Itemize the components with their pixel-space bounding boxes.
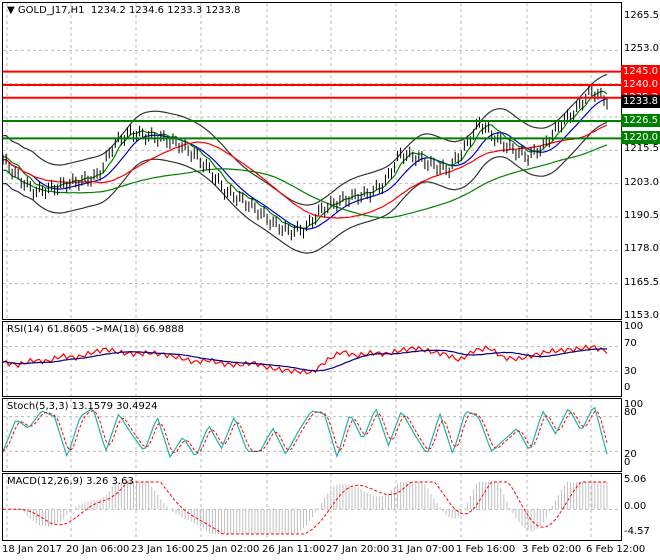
rsi-tick: 100 xyxy=(624,321,644,332)
ohlc-values: 1234.2 1234.6 1233.3 1233.8 xyxy=(90,5,241,16)
price-tick: 1215.5 xyxy=(624,143,659,155)
date-label: 3 Feb 02:00 xyxy=(522,544,582,555)
price-level-tag: 1245.0 xyxy=(621,64,660,78)
price-tick: 1190.5 xyxy=(624,210,659,221)
rsi-tick: 0 xyxy=(624,382,631,393)
bollinger-lower xyxy=(3,121,608,254)
price-tick: 1203.0 xyxy=(624,176,659,188)
macd-tick: -4.57 xyxy=(624,526,650,537)
macd-tick: 0.00 xyxy=(624,501,647,512)
stoch-label: Stoch(5,3,3) 13.1579 30.4924 xyxy=(7,401,158,412)
date-label: 25 Jan 02:00 xyxy=(196,544,260,555)
symbol-label: GOLD_J17,H1 xyxy=(17,5,85,16)
date-label: 31 Jan 07:00 xyxy=(391,544,455,555)
stoch-tick: 0 xyxy=(624,457,631,468)
price-level-tag: 1220.0 xyxy=(621,131,660,145)
stoch-tick: 80 xyxy=(624,407,637,418)
collapse-triangle-icon[interactable]: ▼ xyxy=(7,5,18,16)
date-label: 27 Jan 20:00 xyxy=(326,544,390,555)
date-label: 23 Jan 16:00 xyxy=(131,544,195,555)
macd-panel[interactable]: MACD(12,26,9) 3.26 3.63 xyxy=(2,473,622,541)
date-label: 18 Jan 2017 xyxy=(2,544,62,555)
price-level-tag: 1226.5 xyxy=(621,114,660,127)
date-label: 26 Jan 11:00 xyxy=(262,544,326,555)
rsi-panel[interactable]: RSI(14) 61.8605 ->MA(18) 66.9888 xyxy=(2,321,622,397)
bollinger-upper xyxy=(3,73,608,206)
price-chart-svg xyxy=(3,3,621,319)
macd-tick: 5.06 xyxy=(624,474,647,485)
stoch-panel[interactable]: Stoch(5,3,3) 13.1579 30.4924 xyxy=(2,398,622,472)
date-label: 1 Feb 16:00 xyxy=(456,544,516,555)
price-level-tag: 1240.0 xyxy=(621,78,660,91)
rsi-tick: 70 xyxy=(624,338,637,349)
price-tick: 1253.0 xyxy=(624,43,659,55)
price-tick: 1178.0 xyxy=(624,243,659,255)
stoch-main-line xyxy=(3,406,608,459)
rsi-tick: 30 xyxy=(624,366,637,377)
price-tick: 1265.5 xyxy=(624,10,659,21)
rsi-label: RSI(14) 61.8605 ->MA(18) 66.9888 xyxy=(7,324,184,335)
price-tick: 1153.0 xyxy=(624,310,659,321)
main-chart[interactable]: ▼ GOLD_J17,H1 1234.2 1234.6 1233.3 1233.… xyxy=(2,2,622,320)
date-label: 20 Jan 06:00 xyxy=(66,544,130,555)
chart-header: ▼ GOLD_J17,H1 1234.2 1234.6 1233.3 1233.… xyxy=(7,5,240,16)
price-level-tag: 1233.8 xyxy=(621,94,660,108)
macd-label: MACD(12,26,9) 3.26 3.63 xyxy=(7,476,134,487)
date-label: 6 Feb 12:00 xyxy=(586,544,646,555)
ma-fast xyxy=(3,97,608,230)
price-tick: 1165.5 xyxy=(624,276,659,288)
